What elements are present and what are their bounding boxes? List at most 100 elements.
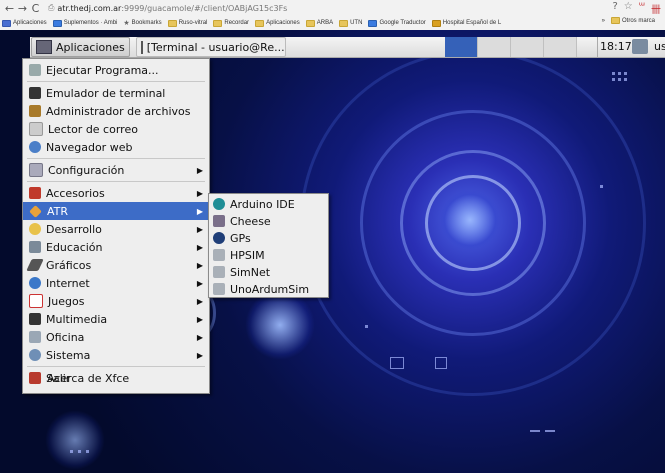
extension-grid-icon[interactable]: 卌 <box>651 1 661 16</box>
panel-clock[interactable]: 18:17 <box>597 37 634 57</box>
wallpaper-dot <box>435 357 447 369</box>
menu-item-label: ATR <box>47 204 69 218</box>
menu-item-cheese[interactable]: Cheese <box>209 212 328 230</box>
reload-icon[interactable]: C <box>29 2 42 15</box>
bookmark-google-traductor[interactable]: Google Traductor <box>368 19 426 27</box>
user-label[interactable]: usuario <box>654 37 665 57</box>
bookmark-recordar[interactable]: Recordar <box>213 19 249 27</box>
submenu-arrow-icon: ▶ <box>196 242 203 252</box>
menu-item-accesorios[interactable]: Accesorios ▶ <box>23 184 209 202</box>
menu-item-gps[interactable]: GPs <box>209 229 328 247</box>
folder-icon <box>610 17 620 24</box>
xfce-panel: Aplicaciones [Terminal - usuario@Re... 1… <box>30 37 665 58</box>
bookmark-ruso-vitral[interactable]: Ruso-vitral <box>167 19 207 27</box>
menu-item-oficina[interactable]: Oficina ▶ <box>23 328 209 346</box>
menu-item-administrador-de-archivos[interactable]: Administrador de archivos <box>23 102 209 120</box>
bookmark-utn[interactable]: UTN <box>339 19 363 27</box>
workspace-1[interactable] <box>445 37 478 57</box>
workspace-4[interactable] <box>544 37 577 57</box>
bookmark-arba[interactable]: ARBA <box>305 19 334 27</box>
unoardumsim-icon <box>213 283 225 295</box>
extension-icon[interactable]: ᵚ <box>639 1 645 16</box>
back-arrow-icon[interactable]: ← <box>3 2 16 15</box>
menu-item-label: HPSIM <box>230 248 265 262</box>
menu-item-label: Accesorios <box>46 186 105 200</box>
menu-item-emulador-de-terminal[interactable]: Emulador de terminal <box>23 84 209 102</box>
submenu-arrow-icon: ▶ <box>196 350 203 360</box>
taskbar-terminal-button[interactable]: [Terminal - usuario@Re... <box>135 37 286 57</box>
internet-icon <box>29 277 41 289</box>
menu-item-label: Gráficos <box>46 258 92 272</box>
folder-icon <box>305 19 315 27</box>
bookmark-label: ARBA <box>316 20 334 26</box>
menu-item-atr[interactable]: ATR ▶ <box>23 202 209 220</box>
accessories-icon <box>29 187 41 199</box>
user-icon[interactable] <box>632 39 648 54</box>
star-icon: ★ <box>123 20 130 27</box>
terminal-icon <box>29 87 41 99</box>
office-icon <box>29 331 41 343</box>
simnet-icon <box>213 266 225 278</box>
bookmark-label: UTN <box>350 20 363 26</box>
menu-item-label: Salir <box>46 371 71 385</box>
bookmark-label: Otros marca <box>621 17 655 24</box>
overflow-chevron-icon[interactable]: » <box>602 18 605 24</box>
taskbar-window-label: [Terminal - usuario@Re... <box>146 40 285 54</box>
page-icon: ⎙ <box>48 3 55 12</box>
url-host: atr.thedj.com.ar <box>57 3 122 13</box>
menu-item-label: Ejecutar Programa... <box>46 63 159 77</box>
wallpaper-orb <box>245 290 315 360</box>
menu-item-configuracion[interactable]: Configuración ▶ <box>23 161 209 179</box>
menu-item-desarrollo[interactable]: Desarrollo ▶ <box>23 220 209 238</box>
wallpaper-dot <box>365 325 368 328</box>
menu-separator <box>27 81 205 82</box>
menu-item-label: Lector de correo <box>48 122 138 136</box>
bookmark-apps[interactable]: Aplicaciones <box>2 19 47 27</box>
applications-menu-button[interactable]: Aplicaciones <box>31 37 130 57</box>
workspace-3[interactable] <box>511 37 544 57</box>
bookmark-label: Hospital Español de L <box>442 20 502 26</box>
forward-arrow-icon[interactable]: → <box>16 2 29 15</box>
bookmark-star-icon[interactable]: ☆ <box>624 1 633 16</box>
applications-label: Aplicaciones <box>56 40 125 54</box>
address-bar[interactable]: ⎙ atr.thedj.com.ar:9999/guacamole/#/clie… <box>48 2 588 14</box>
workspace-2[interactable] <box>478 37 511 57</box>
menu-item-graficos[interactable]: Gráficos ▶ <box>23 256 209 274</box>
submenu-arrow-icon: ▶ <box>196 332 203 342</box>
menu-item-salir-row[interactable]: Salir <box>23 369 209 387</box>
wallpaper-glow <box>440 190 500 250</box>
menu-separator <box>27 158 205 159</box>
multimedia-icon <box>29 313 41 325</box>
menu-item-navegador-web[interactable]: Navegador web <box>23 138 209 156</box>
menu-item-simnet[interactable]: SimNet <box>209 263 328 281</box>
applications-menu: Ejecutar Programa... Emulador de termina… <box>22 58 210 394</box>
bookmark-hospital[interactable]: Hospital Español de L <box>431 19 502 27</box>
other-bookmarks[interactable]: Otros marca <box>610 17 655 24</box>
menu-item-lector-de-correo[interactable]: Lector de correo <box>23 120 209 138</box>
key-icon[interactable]: ? <box>612 1 617 16</box>
submenu-arrow-icon: ▶ <box>196 206 203 216</box>
menu-item-internet[interactable]: Internet ▶ <box>23 274 209 292</box>
menu-item-juegos[interactable]: Juegos ▶ <box>23 292 209 310</box>
menu-item-label: Arduino IDE <box>230 197 295 211</box>
menu-item-educacion[interactable]: Educación ▶ <box>23 238 209 256</box>
menu-item-multimedia[interactable]: Multimedia ▶ <box>23 310 209 328</box>
menu-item-hpsim[interactable]: HPSIM <box>209 246 328 264</box>
wallpaper-dot <box>390 357 404 369</box>
menu-item-arduino-ide[interactable]: Arduino IDE <box>209 195 328 213</box>
bookmark-suplementos[interactable]: Suplementos · Ambi <box>52 19 117 27</box>
menu-item-unoardumsim[interactable]: UnoArdumSim <box>209 280 328 298</box>
wallpaper-dot <box>612 72 615 75</box>
submenu-arrow-icon: ▶ <box>196 260 203 270</box>
menu-item-label: Configuración <box>48 163 125 177</box>
menu-item-label: Oficina <box>46 330 85 344</box>
menu-item-label: Sistema <box>46 348 91 362</box>
menu-item-sistema[interactable]: Sistema ▶ <box>23 346 209 364</box>
games-icon <box>29 294 43 308</box>
bookmark-bookmarks[interactable]: ★ Bookmarks <box>123 19 161 27</box>
menu-item-ejecutar-programa[interactable]: Ejecutar Programa... <box>23 61 209 79</box>
system-icon <box>29 349 41 361</box>
submenu-arrow-icon: ▶ <box>196 224 203 234</box>
submenu-arrow-icon: ▶ <box>196 296 203 306</box>
bookmark-aplicaciones[interactable]: Aplicaciones <box>255 19 300 27</box>
